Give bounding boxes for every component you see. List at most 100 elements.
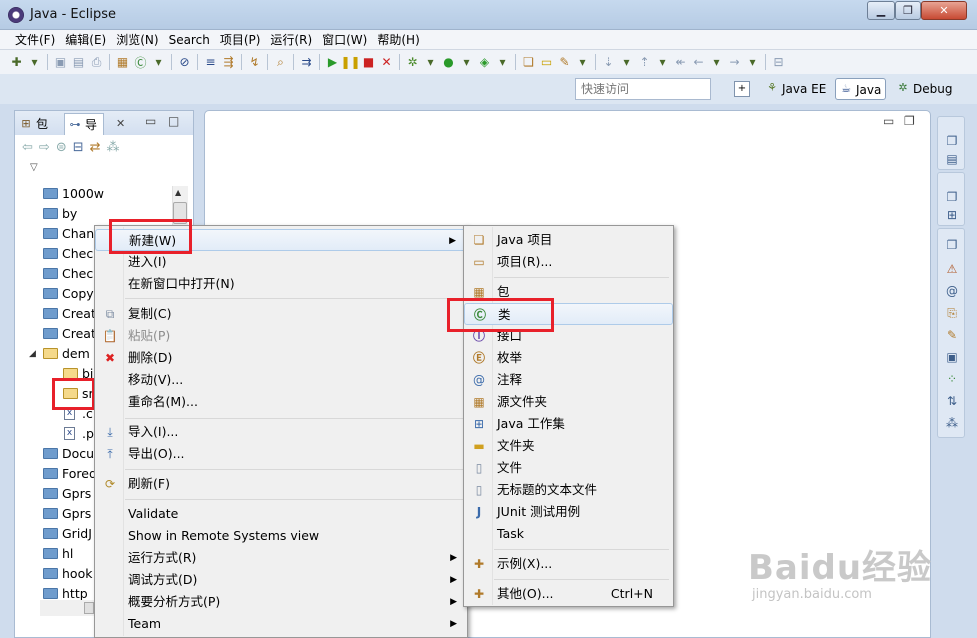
save-icon[interactable]: ▣ [52, 54, 69, 71]
last-edit-icon[interactable]: ↞ [672, 54, 689, 71]
maximize-button[interactable]: ❐ [895, 1, 921, 20]
quick-access-input[interactable] [575, 78, 711, 100]
menu-item-team[interactable]: Team ▶ [95, 613, 467, 635]
menu-item-untitled-text[interactable]: ▯ 无标题的文本文件 [464, 479, 673, 501]
tab-package-explorer[interactable]: ⊞ 包 [16, 113, 54, 135]
open-type-icon[interactable]: ≡ [202, 54, 219, 71]
terminate-icon[interactable]: ■ [360, 54, 377, 71]
tree-item[interactable]: hook [40, 564, 92, 584]
tree-item[interactable]: GridJ [40, 524, 92, 544]
minimize-view-icon[interactable]: ▭ [145, 114, 156, 128]
menu-project[interactable]: 项目(P) [215, 30, 266, 49]
menu-item-paste[interactable]: 📋 粘贴(P) [95, 325, 467, 347]
dropdown-arrow-icon[interactable]: ▾ [574, 54, 591, 71]
menu-item-validate[interactable]: Validate [95, 503, 467, 525]
dropdown-arrow-icon[interactable]: ▾ [618, 54, 635, 71]
tree-item[interactable]: Copy [40, 284, 94, 304]
servers-view-icon[interactable]: ⇅ [944, 393, 960, 409]
up-icon[interactable]: ⊜ [56, 140, 67, 158]
menu-item-refresh[interactable]: ⟳ 刷新(F) [95, 473, 467, 495]
menu-item-import[interactable]: ⤓ 导入(I)... [95, 421, 467, 443]
tree-item[interactable]: Gprs [40, 504, 91, 524]
pencil-icon[interactable]: ✎ [556, 54, 573, 71]
declaration-view-icon[interactable]: ⎘ [944, 305, 960, 321]
tree-item[interactable]: hl [40, 544, 73, 564]
run-icon[interactable]: ● [440, 54, 457, 71]
menu-item-delete[interactable]: ✖ 删除(D) [95, 347, 467, 369]
menu-search[interactable]: Search [164, 30, 215, 49]
outline-view-icon[interactable]: ▤ [944, 151, 960, 167]
dropdown-arrow-icon[interactable]: ▾ [494, 54, 511, 71]
restore-icon[interactable]: ❐ [944, 189, 960, 205]
maximize-view-icon[interactable]: □ [168, 114, 179, 128]
tree-item[interactable]: Fored [40, 464, 97, 484]
hierarchy-view-icon[interactable]: ⊞ [944, 207, 960, 223]
menu-item-export[interactable]: ⤒ 导出(O)... [95, 443, 467, 465]
tab-navigator[interactable]: ⊶ 导 [64, 113, 105, 135]
dropdown-arrow-icon[interactable]: ▾ [150, 54, 167, 71]
tree-item-project[interactable]: dem [40, 344, 90, 364]
menu-item-folder[interactable]: ▬ 文件夹 [464, 435, 673, 457]
new-wizard-icon[interactable]: ✚ [8, 54, 25, 71]
menu-item-junit[interactable]: J JUnit 测试用例 [464, 501, 673, 523]
tree-item[interactable]: Check [40, 244, 100, 264]
save-all-icon[interactable]: ▤ [70, 54, 87, 71]
menu-item-show-remote[interactable]: Show in Remote Systems view [95, 525, 467, 547]
menu-item-working-set[interactable]: ⊞ Java 工作集 [464, 413, 673, 435]
tree-item[interactable]: Gprs [40, 484, 91, 504]
resume-icon[interactable]: ▶ [324, 54, 341, 71]
search-view-icon[interactable]: ✎ [944, 327, 960, 343]
suspend-icon[interactable]: ❚❚ [340, 54, 360, 71]
tree-item[interactable]: x .p [60, 424, 94, 444]
menu-window[interactable]: 窗口(W) [317, 30, 372, 49]
dropdown-arrow-icon[interactable]: ▾ [654, 54, 671, 71]
menu-item-go-into[interactable]: 进入(I) [95, 251, 467, 273]
scroll-up-arrow-icon[interactable]: ▲ [175, 188, 181, 197]
menu-item-annotation[interactable]: @ 注释 [464, 369, 673, 391]
tree-item[interactable]: by [40, 204, 77, 224]
next-annotation-icon[interactable]: ⇣ [600, 54, 617, 71]
perspective-java-ee[interactable]: ⚘ Java EE [762, 78, 830, 100]
menu-edit[interactable]: 编辑(E) [60, 30, 111, 49]
menu-item-profile-as[interactable]: 概要分析方式(P) ▶ [95, 591, 467, 613]
menu-item-open-new-window[interactable]: 在新窗口中打开(N) [95, 273, 467, 295]
back-icon[interactable]: ← [690, 54, 707, 71]
forward-icon[interactable]: → [726, 54, 743, 71]
menu-item-run-as[interactable]: 运行方式(R) ▶ [95, 547, 467, 569]
back-icon[interactable]: ⇦ [22, 140, 33, 158]
perspective-java[interactable]: ☕ Java [835, 78, 887, 100]
console-view-icon[interactable]: ▣ [944, 349, 960, 365]
new-java-project-icon[interactable]: ❏ [520, 54, 537, 71]
menu-help[interactable]: 帮助(H) [372, 30, 424, 49]
progress-view-icon[interactable]: ⁘ [944, 371, 960, 387]
pin-editor-icon[interactable]: ⊟ [770, 54, 787, 71]
maximize-editor-icon[interactable]: ❐ [904, 114, 915, 128]
restore-icon[interactable]: ❐ [944, 237, 960, 253]
collapse-all-icon[interactable]: ⊟ [73, 140, 84, 158]
menu-item-source-folder[interactable]: ▦ 源文件夹 [464, 391, 673, 413]
previous-annotation-icon[interactable]: ⇡ [636, 54, 653, 71]
open-perspective-icon[interactable]: + [734, 81, 750, 97]
menu-item-debug-as[interactable]: 调试方式(D) ▶ [95, 569, 467, 591]
tree-item[interactable]: Docu [40, 444, 94, 464]
dropdown-arrow-icon[interactable]: ▾ [26, 54, 43, 71]
expand-arrow-icon[interactable]: ◢ [29, 349, 36, 359]
tree-item[interactable]: Check [40, 264, 100, 284]
dropdown-arrow-icon[interactable]: ▾ [708, 54, 725, 71]
print-icon[interactable]: ⎙ [88, 54, 105, 71]
dropdown-arrow-icon[interactable]: ▾ [422, 54, 439, 71]
filter-icon[interactable]: ⁂ [107, 140, 120, 158]
new-java-package-icon[interactable]: ▦ [114, 54, 131, 71]
debug-launch-icon[interactable]: ✲ [404, 54, 421, 71]
dropdown-arrow-icon[interactable]: ▾ [744, 54, 761, 71]
close-view-icon[interactable]: ✕ [116, 117, 125, 130]
menu-item-rename[interactable]: 重命名(M)... [95, 391, 467, 413]
menu-file[interactable]: 文件(F) [10, 30, 60, 49]
link-with-editor-icon[interactable]: ⇄ [90, 140, 101, 158]
data-source-view-icon[interactable]: ⁂ [944, 415, 960, 431]
toggle-mark-occurrences-icon[interactable]: ↯ [246, 54, 263, 71]
open-folder-icon[interactable]: ▭ [538, 54, 555, 71]
menu-item-enum[interactable]: Ⓔ 枚举 [464, 347, 673, 369]
minimize-editor-icon[interactable]: ▭ [883, 114, 894, 128]
tree-item[interactable]: 1000w [40, 184, 104, 204]
